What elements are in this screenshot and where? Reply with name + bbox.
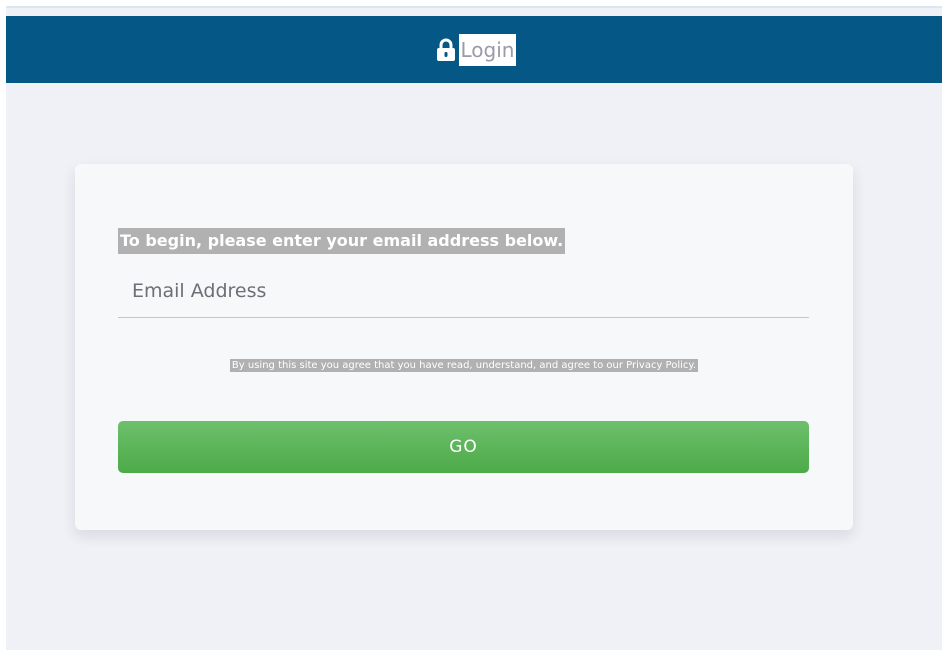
header-title-group: Login [436,33,517,66]
go-button[interactable]: GO [118,421,809,473]
policy-notice: By using this site you agree that you ha… [229,359,699,372]
header-bar: Login [6,16,942,83]
page-title: Login [458,33,517,66]
lock-icon [436,38,456,62]
page-background: Login To begin, please enter your email … [6,6,942,650]
login-prompt: To begin, please enter your email addres… [118,228,566,254]
policy-notice-row: By using this site you agree that you ha… [75,353,853,374]
email-input[interactable] [118,264,809,318]
login-card: To begin, please enter your email addres… [75,164,853,530]
